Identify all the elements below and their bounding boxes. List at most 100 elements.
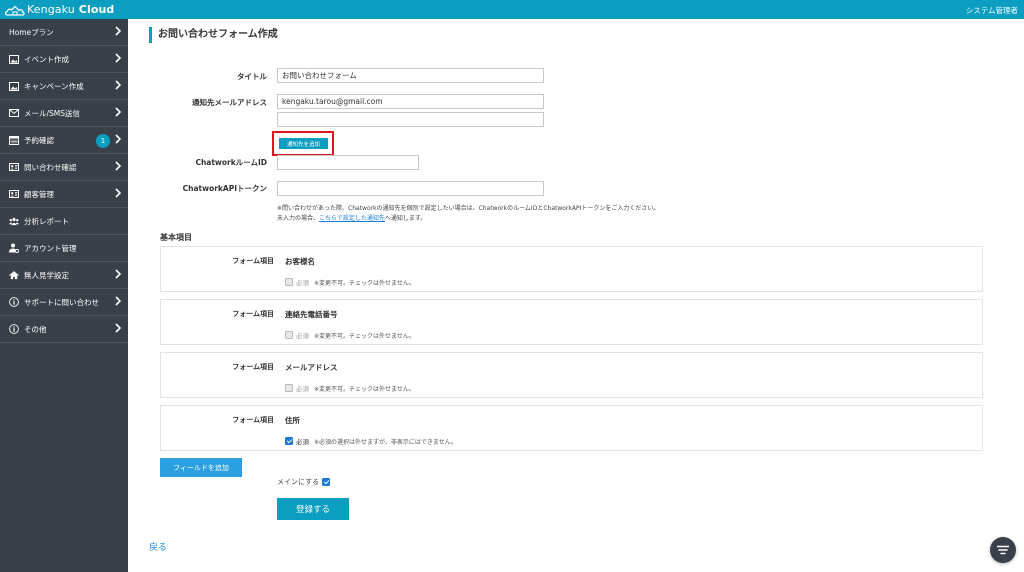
home-icon	[9, 270, 19, 280]
form-field-email: フォーム項目 メールアドレス 必須 ※変更不可。チェックは外せません。	[160, 352, 983, 398]
form-field-name: 住所	[285, 416, 300, 425]
required-checkbox[interactable]	[285, 278, 293, 286]
calendar-icon	[9, 135, 19, 145]
required-note: ※変更不可。チェックは外せません。	[314, 385, 415, 393]
form-field-customer-name: フォーム項目 お客様名 必須 ※変更不可。チェックは外せません。	[160, 246, 983, 292]
user-cog-icon	[9, 243, 19, 253]
users-icon	[9, 216, 19, 226]
page-title: お問い合わせフォーム作成	[149, 27, 278, 43]
sidebar-item-inquiry-check[interactable]: 問い合わせ確認	[0, 154, 128, 181]
sidebar-item-label: Homeプラン	[9, 27, 54, 37]
notify-email-input[interactable]	[277, 94, 544, 109]
basic-section-title: 基本項目	[160, 233, 192, 242]
notification-badge: 1	[96, 134, 110, 148]
sidebar-item-label: アカウント管理	[24, 243, 77, 253]
main-toggle-row: メインにする	[277, 477, 331, 487]
admin-user-label[interactable]: システム管理者	[966, 5, 1018, 16]
sidebar-item-support[interactable]: サポートに問い合わせ	[0, 289, 128, 316]
form-field-name: 連絡先電話番号	[285, 310, 338, 319]
chevron-right-icon	[115, 26, 121, 36]
sidebar-item-label: 分析レポート	[24, 216, 69, 226]
sidebar-item-other[interactable]: その他	[0, 316, 128, 343]
sidebar-item-label: 無人見学設定	[24, 270, 69, 280]
required-label: 必須	[296, 332, 309, 340]
chatwork-note: ※問い合わせがあった際、Chatworkの通知先を個別で設定したい場合は、Cha…	[277, 205, 660, 212]
chevron-right-icon	[115, 80, 121, 90]
sidebar-item-campaign-create[interactable]: キャンペーン作成	[0, 73, 128, 100]
main-label: メインにする	[277, 478, 320, 486]
sidebar-item-reservation[interactable]: 予約確認 1	[0, 127, 128, 154]
chevron-right-icon	[115, 107, 121, 117]
required-label: 必須	[296, 438, 309, 446]
sidebar-item-analytics[interactable]: 分析レポート	[0, 208, 128, 235]
required-checkbox[interactable]	[285, 331, 293, 339]
required-note: ※変更不可。チェックは外せません。	[314, 332, 415, 340]
id-card-icon	[9, 189, 19, 199]
form-field-label: フォーム項目	[232, 363, 274, 371]
required-note: ※変更不可。チェックは外せません。	[314, 279, 415, 287]
sidebar-item-label: 問い合わせ確認	[24, 162, 77, 172]
menu-fab[interactable]	[990, 537, 1016, 563]
sidebar-item-label: メール/SMS送信	[24, 108, 81, 118]
chevron-right-icon	[115, 323, 121, 333]
sidebar-item-home-plan[interactable]: Homeプラン	[0, 19, 128, 46]
info-icon	[9, 324, 19, 334]
chatwork-token-label: ChatworkAPIトークン	[182, 184, 267, 193]
sidebar-item-label: 顧客管理	[24, 189, 54, 199]
main-checkbox[interactable]	[322, 478, 331, 486]
title-label: タイトル	[237, 72, 267, 81]
sidebar-item-customer[interactable]: 顧客管理	[0, 181, 128, 208]
chevron-right-icon	[115, 269, 121, 279]
form-field-name: お客様名	[285, 257, 315, 266]
form-field-label: フォーム項目	[232, 257, 274, 265]
logo[interactable]: Kengaku Cloud	[5, 2, 114, 17]
chatwork-room-id-input[interactable]	[277, 155, 419, 170]
chevron-right-icon	[115, 161, 121, 171]
mail-icon	[9, 108, 19, 118]
chevron-right-icon	[115, 188, 121, 198]
chatwork-note-2: 未入力の場合、こちらで設定した通知先へ通知します。	[277, 213, 426, 222]
form-field-label: フォーム項目	[232, 416, 274, 424]
required-row: 必須 ※変更不可。チェックは外せません。	[285, 383, 415, 393]
notify-email-input-2[interactable]	[277, 112, 544, 127]
title-input[interactable]	[277, 68, 544, 83]
logo-text: Kengaku	[27, 3, 75, 16]
required-checkbox[interactable]	[285, 437, 293, 445]
form-field-address: フォーム項目 住所 必須 ※必須の選択は外せますが、非表示にはできません。	[160, 405, 983, 451]
sidebar-item-account[interactable]: アカウント管理	[0, 235, 128, 262]
sidebar-item-label: その他	[24, 324, 47, 334]
required-row: 必須 ※変更不可。チェックは外せません。	[285, 277, 415, 287]
notify-settings-link[interactable]: こちらで設定した通知先	[319, 215, 385, 222]
sidebar: Homeプラン イベント作成 キャンペーン作成 メール/SMS送信 予約確認 1…	[0, 19, 128, 572]
chatwork-token-input[interactable]	[277, 181, 544, 196]
chevron-right-icon	[115, 134, 121, 144]
top-bar: Kengaku Cloud システム管理者	[0, 0, 1024, 19]
sidebar-item-event-create[interactable]: イベント作成	[0, 46, 128, 73]
required-checkbox[interactable]	[285, 384, 293, 392]
sidebar-item-label: 予約確認	[24, 135, 54, 145]
note-suffix: へ通知します。	[384, 215, 427, 222]
sidebar-item-label: サポートに問い合わせ	[24, 297, 99, 307]
add-field-button[interactable]: フィールドを追加	[160, 458, 242, 477]
add-notify-button[interactable]: 通知先を追加	[279, 138, 328, 149]
id-card-icon	[9, 162, 19, 172]
house-cloud-icon	[5, 5, 25, 16]
back-link[interactable]: 戻る	[149, 540, 167, 553]
chatwork-room-id-label: ChatworkルームID	[195, 158, 267, 167]
chevron-right-icon	[115, 53, 121, 63]
notify-email-label: 通知先メールアドレス	[192, 98, 267, 107]
register-button[interactable]: 登録する	[277, 498, 349, 520]
required-label: 必須	[296, 385, 309, 393]
image-icon	[9, 54, 19, 64]
form-field-label: フォーム項目	[232, 310, 274, 318]
sidebar-item-label: イベント作成	[24, 54, 69, 64]
required-row: 必須 ※変更不可。チェックは外せません。	[285, 330, 415, 340]
chevron-right-icon	[115, 296, 121, 306]
sidebar-item-unmanned-tour[interactable]: 無人見学設定	[0, 262, 128, 289]
sidebar-item-mail-sms[interactable]: メール/SMS送信	[0, 100, 128, 127]
form-field-phone: フォーム項目 連絡先電話番号 必須 ※変更不可。チェックは外せません。	[160, 299, 983, 345]
image-icon	[9, 81, 19, 91]
info-icon	[9, 297, 19, 307]
note-prefix: 未入力の場合、	[277, 215, 320, 222]
form-field-name: メールアドレス	[285, 363, 338, 372]
